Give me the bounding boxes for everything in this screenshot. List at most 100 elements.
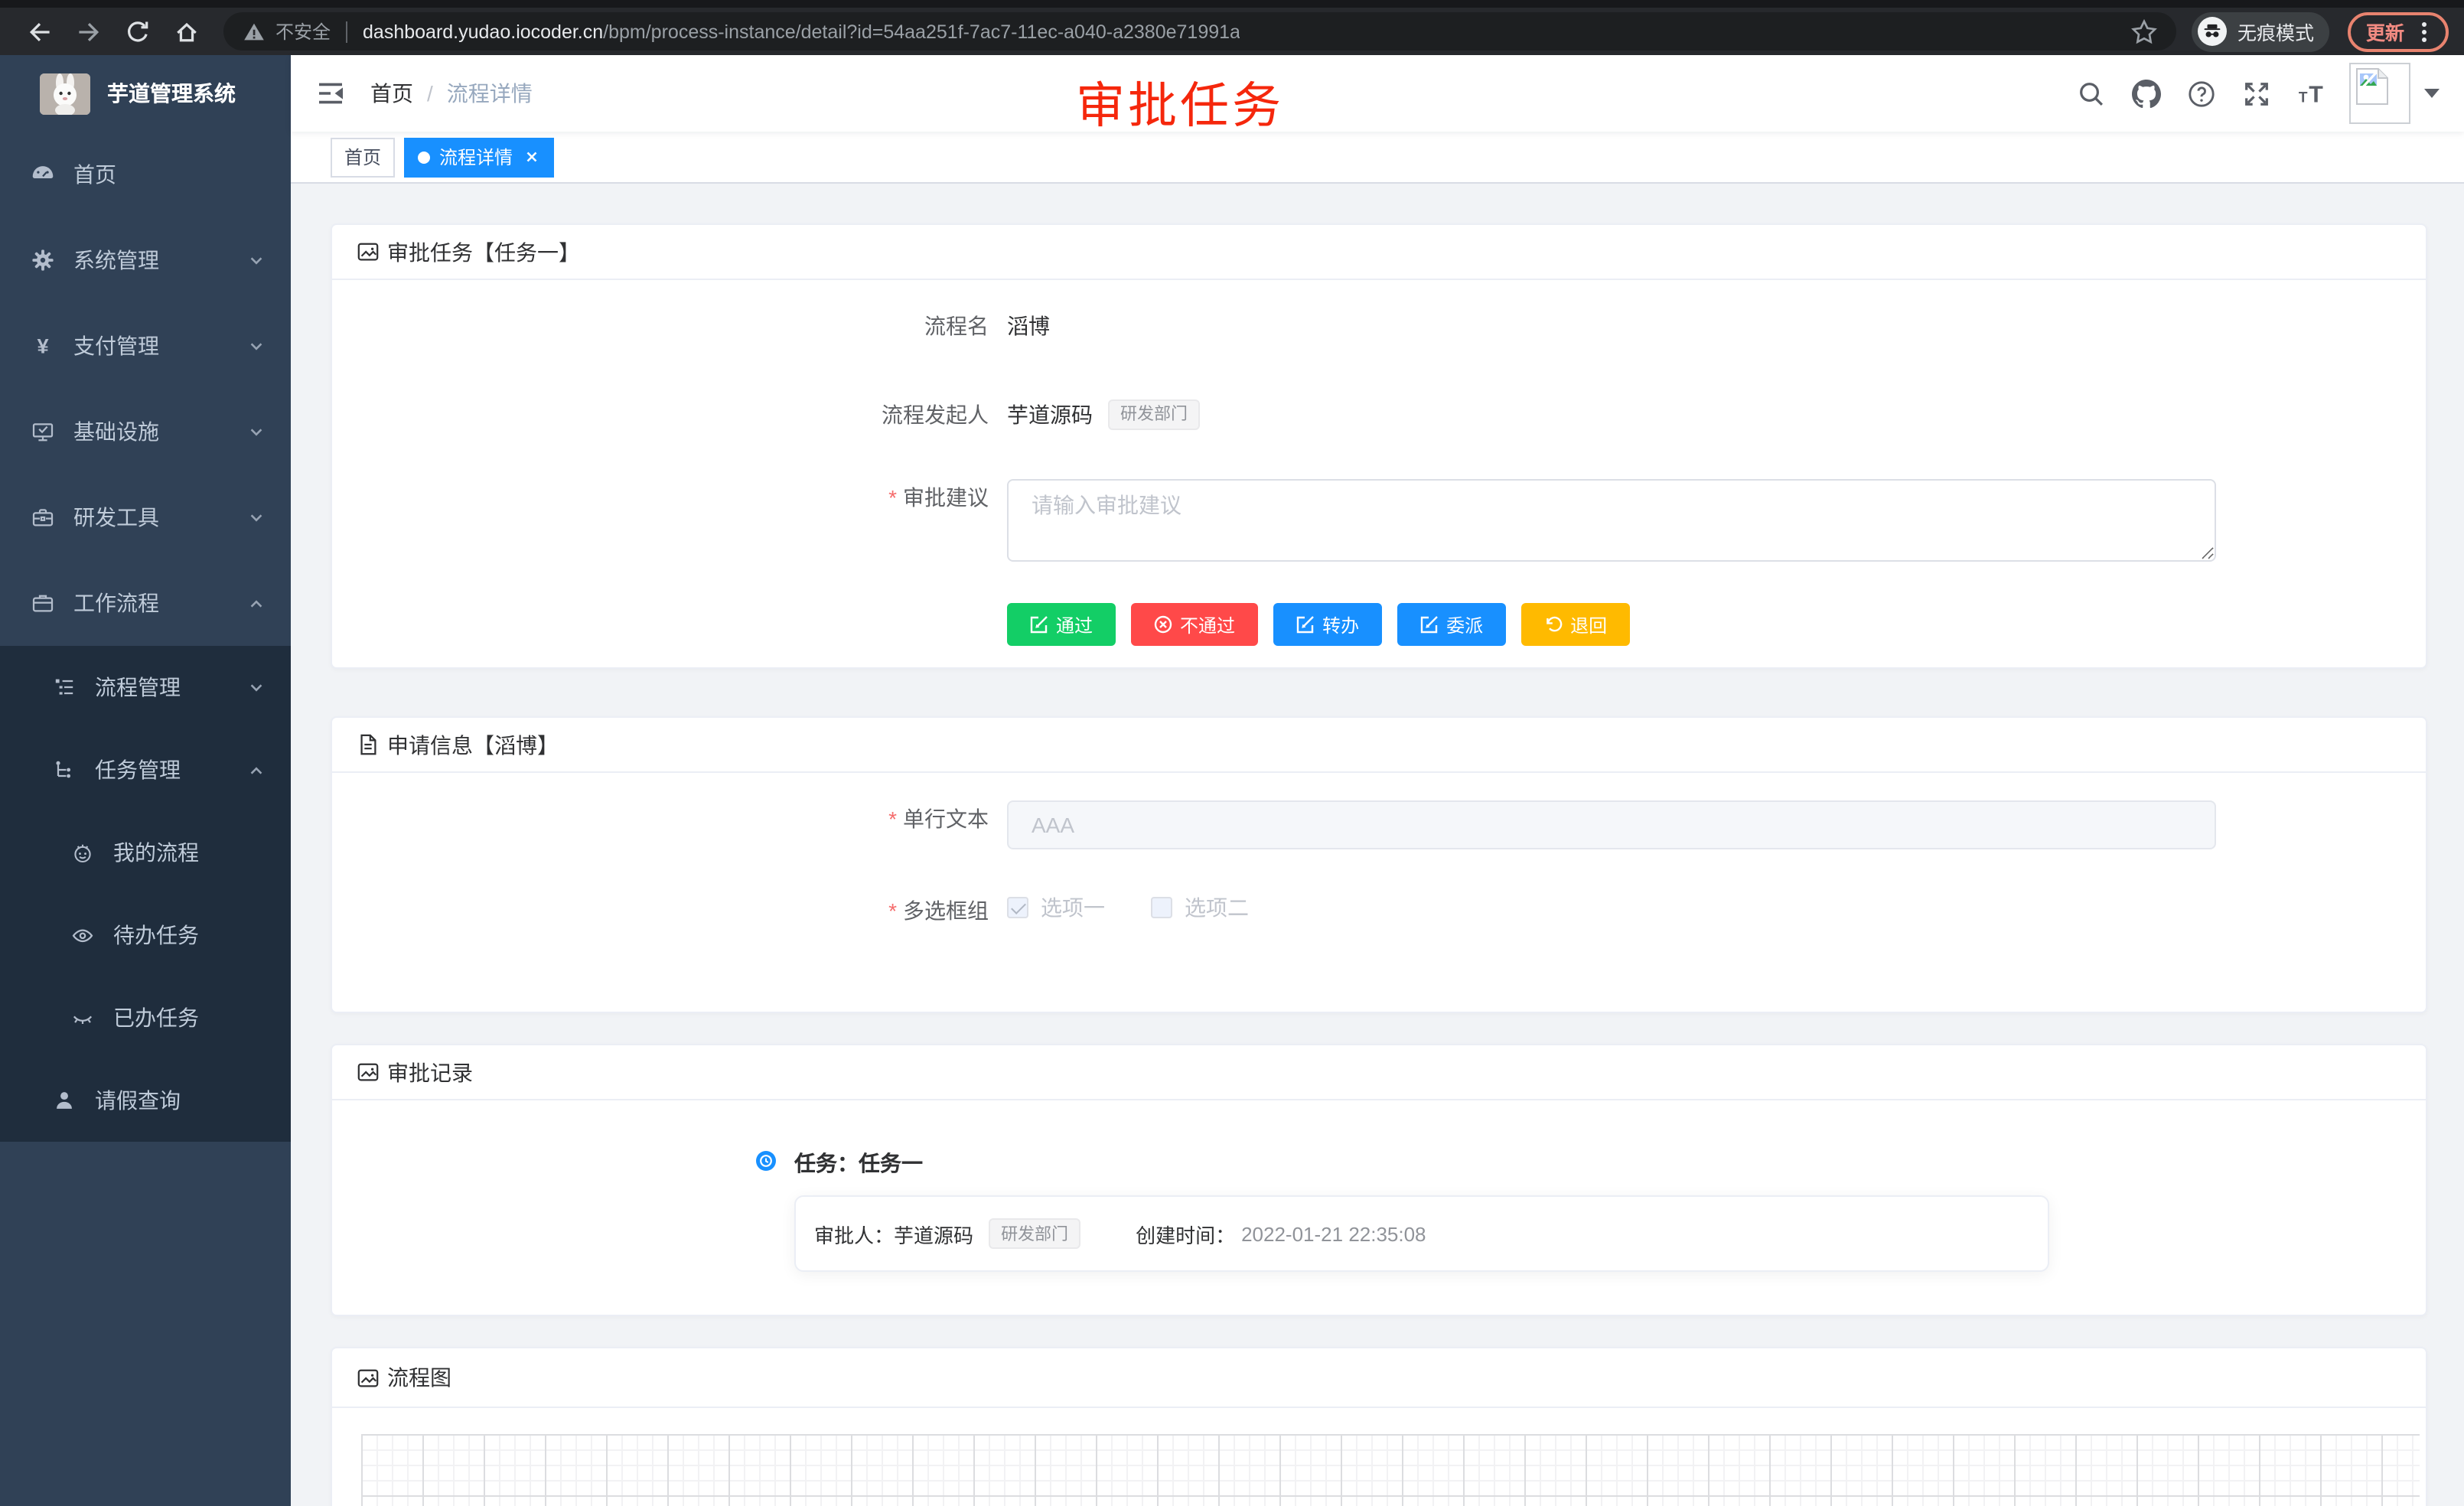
incognito-icon xyxy=(2198,17,2227,46)
approver-value: 芋道源码 xyxy=(894,1219,973,1248)
browser-forward-icon[interactable] xyxy=(75,18,103,45)
close-icon[interactable] xyxy=(523,148,540,165)
annotation-title: 审批任务 xyxy=(1076,67,1284,138)
sidebar-collapse-icon[interactable] xyxy=(315,78,346,109)
approval-card-header: 审批任务【任务一】 xyxy=(332,225,2426,280)
list-icon xyxy=(52,675,77,699)
diagram-card-title: 流程图 xyxy=(387,1362,451,1393)
edit-icon xyxy=(1030,615,1048,634)
tab-process-detail[interactable]: 流程详情 xyxy=(404,137,554,177)
picture-icon xyxy=(357,1061,380,1084)
bookmark-star-icon[interactable] xyxy=(2130,18,2158,45)
yuan-icon: ¥ xyxy=(31,334,55,358)
help-icon[interactable] xyxy=(2187,79,2216,108)
edit-icon xyxy=(1296,615,1315,634)
sidebar-item-leave-query[interactable]: 请假查询 xyxy=(0,1059,291,1142)
process-diagram-card: 流程图 xyxy=(331,1347,2427,1506)
breadcrumb-home[interactable]: 首页 xyxy=(370,78,413,109)
address-bar[interactable]: 不安全 dashboard.yudao.iocoder.cn /bpm/proc… xyxy=(223,12,2176,51)
edit-icon xyxy=(1420,615,1439,634)
page-root: 不安全 dashboard.yudao.iocoder.cn /bpm/proc… xyxy=(0,0,2464,1506)
reject-button[interactable]: 不通过 xyxy=(1131,603,1258,646)
sidebar-item-task-mgmt[interactable]: 任务管理 xyxy=(0,729,291,811)
avatar-caret-icon[interactable] xyxy=(2424,89,2440,98)
browser-reload-icon[interactable] xyxy=(124,18,152,45)
approver-dept-tag: 研发部门 xyxy=(989,1218,1080,1249)
sidebar-item-pay[interactable]: ¥ 支付管理 xyxy=(0,303,291,389)
process-name-value: 滔博 xyxy=(1007,308,1050,344)
sidebar-item-home[interactable]: 首页 xyxy=(0,132,291,217)
process-name-row: 流程名 滔博 xyxy=(332,308,2426,344)
suggestion-textarea[interactable] xyxy=(1007,479,2216,562)
security-warning-icon[interactable] xyxy=(242,19,266,44)
browser-update-button[interactable]: 更新 xyxy=(2348,11,2449,51)
initiator-value: 芋道源码 xyxy=(1007,396,1093,433)
navbar-actions: TT xyxy=(2051,63,2440,124)
suggestion-row: *审批建议 xyxy=(332,479,2426,569)
timeline-task-title: 任务：任务一 xyxy=(794,1146,2426,1180)
sidebar: 芋道管理系统 首页 系统管理 ¥ 支付管理 基础设施 xyxy=(0,55,291,1506)
timeline-task-card: 审批人： 芋道源码 研发部门 创建时间： 2022-01-21 22:35:08 xyxy=(794,1195,2049,1272)
incognito-badge: 无痕模式 xyxy=(2192,11,2329,51)
timeline-item: 任务：任务一 审批人： 芋道源码 研发部门 创建时间： 2022-01-21 2… xyxy=(756,1146,2426,1272)
picture-icon xyxy=(357,1366,380,1389)
refresh-left-icon xyxy=(1544,615,1563,634)
eye-open-icon xyxy=(70,923,95,947)
approval-card-title: 审批任务【任务一】 xyxy=(387,236,580,267)
security-warning-label[interactable]: 不安全 xyxy=(275,18,331,44)
chevron-up-icon xyxy=(248,761,265,778)
avatar[interactable] xyxy=(2349,63,2410,124)
suggestion-label: *审批建议 xyxy=(332,479,1007,516)
sidebar-item-todo-tasks[interactable]: 待办任务 xyxy=(0,894,291,976)
svg-text:T: T xyxy=(2299,89,2308,105)
breadcrumb: 首页 / 流程详情 xyxy=(370,78,533,109)
bpmn-canvas[interactable] xyxy=(361,1434,2420,1506)
diagram-card-header: 流程图 xyxy=(332,1348,2426,1408)
github-icon[interactable] xyxy=(2132,79,2161,108)
update-label[interactable]: 更新 xyxy=(2366,17,2404,46)
checkbox-group-row: *多选框组 选项一 选项二 xyxy=(332,892,2426,929)
approve-button[interactable]: 通过 xyxy=(1007,603,1116,646)
face-icon xyxy=(70,840,95,865)
url-domain[interactable]: dashboard.yudao.iocoder.cn xyxy=(363,21,603,42)
incognito-label: 无痕模式 xyxy=(2237,17,2314,46)
sidebar-item-done-tasks[interactable]: 已办任务 xyxy=(0,976,291,1059)
font-size-icon[interactable]: TT xyxy=(2297,79,2326,108)
tab-home[interactable]: 首页 xyxy=(331,137,395,177)
url-path[interactable]: /bpm/process-instance/detail?id=54aa251f… xyxy=(603,21,1240,42)
sidebar-item-my-process[interactable]: 我的流程 xyxy=(0,811,291,894)
app-logo xyxy=(40,73,90,114)
search-icon[interactable] xyxy=(2077,79,2106,108)
browser-back-icon[interactable] xyxy=(26,18,54,45)
fullscreen-icon[interactable] xyxy=(2242,79,2271,108)
svg-text:¥: ¥ xyxy=(37,334,48,358)
gear-icon xyxy=(31,248,55,272)
initiator-row: 流程发起人 芋道源码 研发部门 xyxy=(332,396,2426,433)
page-content: 审批任务【任务一】 流程名 滔博 流程发起人 芋道源码 研发部门 xyxy=(291,184,2464,1506)
checkbox-checked-icon xyxy=(1007,897,1028,918)
app-logo-row[interactable]: 芋道管理系统 xyxy=(0,55,291,132)
navbar: 首页 / 流程详情 TT xyxy=(291,55,2464,132)
record-card-title: 审批记录 xyxy=(387,1057,473,1087)
sidebar-item-devtools[interactable]: 研发工具 xyxy=(0,474,291,560)
tree-icon xyxy=(52,758,77,782)
browser-home-icon[interactable] xyxy=(173,18,200,45)
sidebar-item-workflow[interactable]: 工作流程 xyxy=(0,560,291,646)
required-mark: * xyxy=(888,485,897,510)
browser-menu-kebab-icon[interactable] xyxy=(2413,19,2435,44)
sidebar-item-process-mgmt[interactable]: 流程管理 xyxy=(0,646,291,729)
checkbox-unchecked-icon xyxy=(1151,897,1172,918)
approval-record-card: 审批记录 任务：任务一 审批人： 芋道源码 研发部门 创建时间： 2022-01… xyxy=(331,1044,2427,1316)
process-name-label: 流程名 xyxy=(332,308,1007,344)
delegate-button[interactable]: 委派 xyxy=(1397,603,1506,646)
timeline-clock-icon xyxy=(756,1151,776,1171)
monitor-icon xyxy=(31,419,55,444)
active-tab-dot xyxy=(418,151,430,163)
sidebar-item-system[interactable]: 系统管理 xyxy=(0,217,291,303)
return-button[interactable]: 退回 xyxy=(1521,603,1630,646)
initiator-dept-tag: 研发部门 xyxy=(1108,399,1200,430)
apply-card-header: 申请信息【滔博】 xyxy=(332,718,2426,773)
sidebar-item-infra[interactable]: 基础设施 xyxy=(0,389,291,474)
eye-closed-icon xyxy=(70,1006,95,1030)
transfer-button[interactable]: 转办 xyxy=(1273,603,1382,646)
